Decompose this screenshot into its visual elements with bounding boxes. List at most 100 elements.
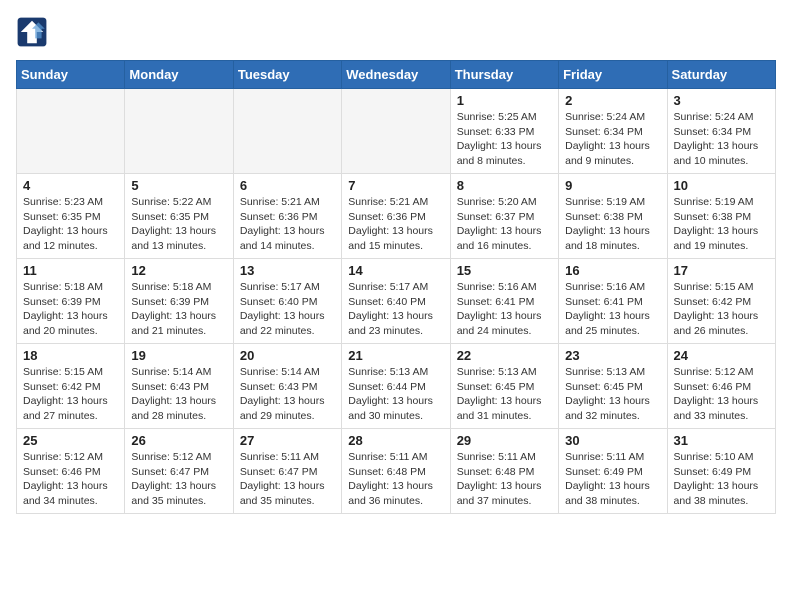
day-info: Sunrise: 5:17 AMSunset: 6:40 PMDaylight:… — [240, 280, 335, 339]
day-info: Sunrise: 5:11 AMSunset: 6:47 PMDaylight:… — [240, 450, 335, 509]
day-cell-6: 6 Sunrise: 5:21 AMSunset: 6:36 PMDaylight… — [233, 174, 341, 259]
day-number: 18 — [23, 348, 118, 363]
day-cell-28: 28 Sunrise: 5:11 AMSunset: 6:48 PMDayligh… — [342, 429, 450, 514]
day-number: 21 — [348, 348, 443, 363]
day-info: Sunrise: 5:17 AMSunset: 6:40 PMDaylight:… — [348, 280, 443, 339]
day-info: Sunrise: 5:20 AMSunset: 6:37 PMDaylight:… — [457, 195, 552, 254]
day-cell-19: 19 Sunrise: 5:14 AMSunset: 6:43 PMDayligh… — [125, 344, 233, 429]
page-header — [16, 16, 776, 48]
day-number: 9 — [565, 178, 660, 193]
calendar-header-row: SundayMondayTuesdayWednesdayThursdayFrid… — [17, 61, 776, 89]
day-info: Sunrise: 5:11 AMSunset: 6:48 PMDaylight:… — [457, 450, 552, 509]
day-number: 15 — [457, 263, 552, 278]
day-number: 3 — [674, 93, 769, 108]
day-cell-7: 7 Sunrise: 5:21 AMSunset: 6:36 PMDaylight… — [342, 174, 450, 259]
day-number: 30 — [565, 433, 660, 448]
day-info: Sunrise: 5:18 AMSunset: 6:39 PMDaylight:… — [131, 280, 226, 339]
day-number: 27 — [240, 433, 335, 448]
day-number: 5 — [131, 178, 226, 193]
day-number: 2 — [565, 93, 660, 108]
empty-cell — [17, 89, 125, 174]
day-cell-22: 22 Sunrise: 5:13 AMSunset: 6:45 PMDayligh… — [450, 344, 558, 429]
day-info: Sunrise: 5:14 AMSunset: 6:43 PMDaylight:… — [240, 365, 335, 424]
day-number: 24 — [674, 348, 769, 363]
day-cell-14: 14 Sunrise: 5:17 AMSunset: 6:40 PMDayligh… — [342, 259, 450, 344]
day-info: Sunrise: 5:13 AMSunset: 6:45 PMDaylight:… — [565, 365, 660, 424]
day-cell-25: 25 Sunrise: 5:12 AMSunset: 6:46 PMDayligh… — [17, 429, 125, 514]
week-row-4: 18 Sunrise: 5:15 AMSunset: 6:42 PMDayligh… — [17, 344, 776, 429]
day-info: Sunrise: 5:13 AMSunset: 6:45 PMDaylight:… — [457, 365, 552, 424]
day-info: Sunrise: 5:11 AMSunset: 6:49 PMDaylight:… — [565, 450, 660, 509]
day-info: Sunrise: 5:12 AMSunset: 6:46 PMDaylight:… — [23, 450, 118, 509]
day-info: Sunrise: 5:10 AMSunset: 6:49 PMDaylight:… — [674, 450, 769, 509]
logo-icon — [16, 16, 48, 48]
day-number: 14 — [348, 263, 443, 278]
day-number: 6 — [240, 178, 335, 193]
day-number: 19 — [131, 348, 226, 363]
day-info: Sunrise: 5:19 AMSunset: 6:38 PMDaylight:… — [565, 195, 660, 254]
day-info: Sunrise: 5:16 AMSunset: 6:41 PMDaylight:… — [565, 280, 660, 339]
day-number: 29 — [457, 433, 552, 448]
empty-cell — [233, 89, 341, 174]
day-info: Sunrise: 5:25 AMSunset: 6:33 PMDaylight:… — [457, 110, 552, 169]
day-number: 26 — [131, 433, 226, 448]
day-cell-11: 11Sunrise: 5:18 AMSunset: 6:39 PMDayligh… — [17, 259, 125, 344]
day-cell-15: 15Sunrise: 5:16 AMSunset: 6:41 PMDayligh… — [450, 259, 558, 344]
day-cell-12: 12 Sunrise: 5:18 AMSunset: 6:39 PMDayligh… — [125, 259, 233, 344]
day-cell-30: 30 Sunrise: 5:11 AMSunset: 6:49 PMDayligh… — [559, 429, 667, 514]
day-cell-16: 16 Sunrise: 5:16 AMSunset: 6:41 PMDayligh… — [559, 259, 667, 344]
day-number: 20 — [240, 348, 335, 363]
day-number: 17 — [674, 263, 769, 278]
day-info: Sunrise: 5:11 AMSunset: 6:48 PMDaylight:… — [348, 450, 443, 509]
day-number: 8 — [457, 178, 552, 193]
day-number: 25 — [23, 433, 118, 448]
day-cell-9: 9 Sunrise: 5:19 AMSunset: 6:38 PMDaylight… — [559, 174, 667, 259]
day-info: Sunrise: 5:13 AMSunset: 6:44 PMDaylight:… — [348, 365, 443, 424]
day-cell-29: 29 Sunrise: 5:11 AMSunset: 6:48 PMDayligh… — [450, 429, 558, 514]
weekday-header-thursday: Thursday — [450, 61, 558, 89]
day-number: 28 — [348, 433, 443, 448]
day-info: Sunrise: 5:21 AMSunset: 6:36 PMDaylight:… — [240, 195, 335, 254]
week-row-2: 4 Sunrise: 5:23 AMSunset: 6:35 PMDaylight… — [17, 174, 776, 259]
day-number: 16 — [565, 263, 660, 278]
day-cell-24: 24 Sunrise: 5:12 AMSunset: 6:46 PMDayligh… — [667, 344, 775, 429]
day-info: Sunrise: 5:23 AMSunset: 6:35 PMDaylight:… — [23, 195, 118, 254]
day-cell-5: 5Sunrise: 5:22 AMSunset: 6:35 PMDaylight… — [125, 174, 233, 259]
day-cell-8: 8 Sunrise: 5:20 AMSunset: 6:37 PMDaylight… — [450, 174, 558, 259]
week-row-5: 25 Sunrise: 5:12 AMSunset: 6:46 PMDayligh… — [17, 429, 776, 514]
day-cell-18: 18 Sunrise: 5:15 AMSunset: 6:42 PMDayligh… — [17, 344, 125, 429]
empty-cell — [342, 89, 450, 174]
weekday-header-sunday: Sunday — [17, 61, 125, 89]
day-number: 1 — [457, 93, 552, 108]
day-number: 7 — [348, 178, 443, 193]
day-cell-23: 23 Sunrise: 5:13 AMSunset: 6:45 PMDayligh… — [559, 344, 667, 429]
day-cell-21: 21 Sunrise: 5:13 AMSunset: 6:44 PMDayligh… — [342, 344, 450, 429]
day-info: Sunrise: 5:21 AMSunset: 6:36 PMDaylight:… — [348, 195, 443, 254]
logo — [16, 16, 52, 48]
day-cell-3: 3 Sunrise: 5:24 AMSunset: 6:34 PMDaylight… — [667, 89, 775, 174]
weekday-header-saturday: Saturday — [667, 61, 775, 89]
day-cell-1: 1 Sunrise: 5:25 AMSunset: 6:33 PMDaylight… — [450, 89, 558, 174]
day-info: Sunrise: 5:19 AMSunset: 6:38 PMDaylight:… — [674, 195, 769, 254]
calendar-table: SundayMondayTuesdayWednesdayThursdayFrid… — [16, 60, 776, 514]
week-row-1: 1 Sunrise: 5:25 AMSunset: 6:33 PMDaylight… — [17, 89, 776, 174]
day-cell-10: 10 Sunrise: 5:19 AMSunset: 6:38 PMDayligh… — [667, 174, 775, 259]
day-info: Sunrise: 5:15 AMSunset: 6:42 PMDaylight:… — [674, 280, 769, 339]
week-row-3: 11Sunrise: 5:18 AMSunset: 6:39 PMDayligh… — [17, 259, 776, 344]
day-info: Sunrise: 5:15 AMSunset: 6:42 PMDaylight:… — [23, 365, 118, 424]
day-info: Sunrise: 5:24 AMSunset: 6:34 PMDaylight:… — [565, 110, 660, 169]
day-number: 31 — [674, 433, 769, 448]
day-number: 23 — [565, 348, 660, 363]
day-number: 22 — [457, 348, 552, 363]
day-number: 13 — [240, 263, 335, 278]
day-cell-13: 13 Sunrise: 5:17 AMSunset: 6:40 PMDayligh… — [233, 259, 341, 344]
day-number: 4 — [23, 178, 118, 193]
day-number: 10 — [674, 178, 769, 193]
day-info: Sunrise: 5:14 AMSunset: 6:43 PMDaylight:… — [131, 365, 226, 424]
weekday-header-monday: Monday — [125, 61, 233, 89]
day-cell-4: 4 Sunrise: 5:23 AMSunset: 6:35 PMDaylight… — [17, 174, 125, 259]
day-info: Sunrise: 5:12 AMSunset: 6:46 PMDaylight:… — [674, 365, 769, 424]
day-number: 12 — [131, 263, 226, 278]
day-cell-20: 20 Sunrise: 5:14 AMSunset: 6:43 PMDayligh… — [233, 344, 341, 429]
day-info: Sunrise: 5:24 AMSunset: 6:34 PMDaylight:… — [674, 110, 769, 169]
